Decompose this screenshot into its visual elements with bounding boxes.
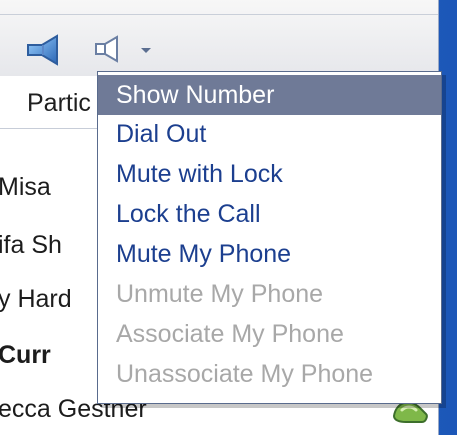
participant-name: Misa: [0, 172, 51, 201]
menu-item-mute-with-lock[interactable]: Mute with Lock: [98, 154, 441, 194]
menu-item-label: Mute My Phone: [116, 239, 292, 268]
menu-item-mute-my-phone[interactable]: Mute My Phone: [98, 234, 441, 274]
participants-column-header: Partic: [27, 89, 91, 117]
menu-item-dial-out[interactable]: Dial Out: [98, 114, 441, 154]
participant-name: y Hard: [0, 284, 72, 313]
chevron-down-icon[interactable]: [138, 43, 154, 57]
toolbar-divider: [0, 14, 438, 15]
menu-item-label: Unmute My Phone: [116, 279, 324, 308]
menu-item-unmute-my-phone: Unmute My Phone: [98, 274, 441, 314]
speaker-icon[interactable]: [25, 33, 69, 67]
menu-item-label: Mute with Lock: [116, 159, 283, 188]
menu-item-lock-the-call[interactable]: Lock the Call: [98, 194, 441, 234]
toolbar: [0, 0, 438, 77]
participant-name: Curr: [0, 340, 51, 369]
speaker-outline-icon[interactable]: [93, 34, 127, 64]
screen: Partic Misa ifa Sh y Hard Curr ecca Gest…: [0, 0, 457, 435]
menu-item-show-number[interactable]: Show Number: [98, 75, 441, 115]
menu-item-label: Associate My Phone: [116, 319, 344, 348]
context-menu: Show Number Dial Out Mute with Lock Lock…: [97, 71, 442, 404]
menu-item-associate-my-phone: Associate My Phone: [98, 314, 441, 354]
menu-item-label: Unassociate My Phone: [116, 359, 374, 388]
menu-item-unassociate-my-phone: Unassociate My Phone: [98, 354, 441, 394]
menu-item-label: Lock the Call: [116, 199, 261, 228]
menu-item-label: Show Number: [116, 80, 275, 109]
participant-name: ifa Sh: [0, 230, 62, 259]
menu-item-label: Dial Out: [116, 119, 207, 148]
